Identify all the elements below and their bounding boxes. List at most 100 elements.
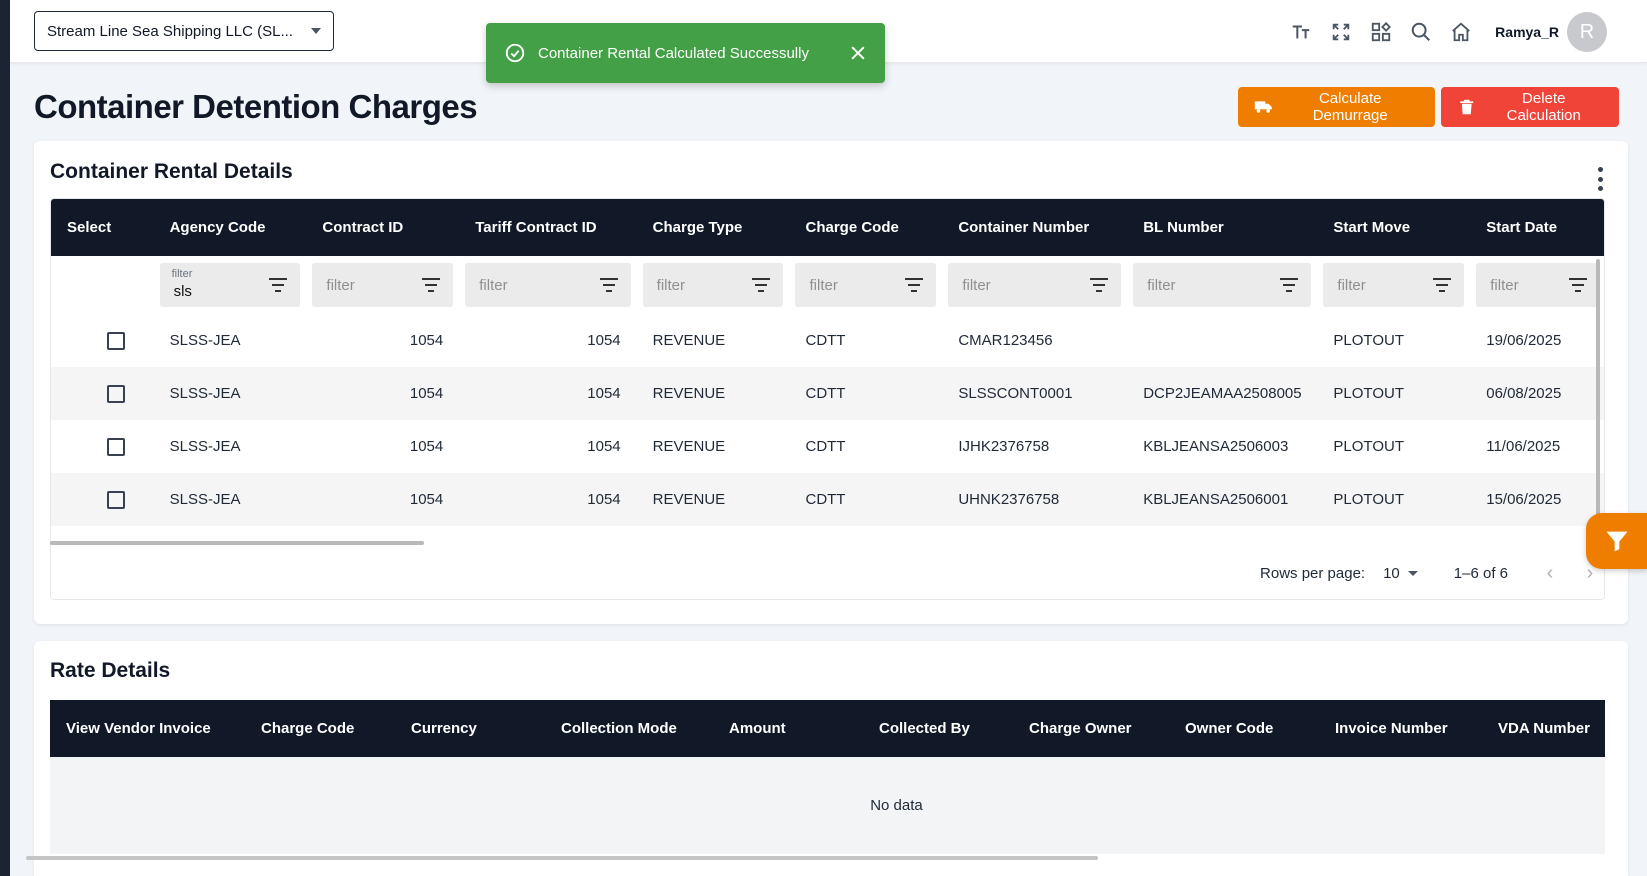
col-header-vda-number[interactable]: VDA Number (1482, 700, 1605, 757)
charge-type-filter[interactable]: filter (642, 263, 784, 307)
col-header-tariff-contract-id[interactable]: Tariff Contract ID (459, 199, 637, 256)
filter-placeholder: filter (326, 276, 355, 294)
col-header-select[interactable]: Select (51, 199, 154, 256)
col-header-charge-code[interactable]: Charge Code (789, 199, 943, 256)
more-options-icon[interactable] (1590, 167, 1610, 191)
row-checkbox[interactable] (107, 331, 125, 350)
col-header-amount[interactable]: Amount (713, 700, 863, 757)
cell-agency-code: SLSS-JEA (153, 367, 307, 420)
user-name[interactable]: Ramya_R (1495, 24, 1559, 40)
cell-tariff-contract-id: 1054 (459, 314, 637, 367)
cell-agency-code: SLSS-JEA (153, 314, 307, 367)
filter-lines-icon (1090, 278, 1109, 292)
cell-container-number: CMAR123456 (942, 314, 1128, 367)
trash-icon (1460, 99, 1474, 115)
col-header-view-vendor-invoice[interactable]: View Vendor Invoice (50, 700, 245, 757)
col-header-start-date[interactable]: Start Date (1470, 199, 1604, 256)
text-size-icon[interactable] (1281, 12, 1321, 52)
col-header-start-move[interactable]: Start Move (1317, 199, 1471, 256)
search-icon[interactable] (1401, 12, 1441, 52)
col-header-agency-code[interactable]: Agency Code (153, 199, 307, 256)
contract-id-filter[interactable]: filter (312, 263, 454, 307)
cell-contract-id: 1054 (306, 420, 460, 473)
cell-contract-id: 1054 (306, 314, 460, 367)
rows-per-page-value: 10 (1383, 565, 1400, 582)
filter-lines-icon (905, 278, 924, 292)
bl-number-filter[interactable]: filter (1133, 263, 1312, 307)
col-header-container-number[interactable]: Container Number (942, 199, 1128, 256)
rental-table: Select Agency Code Contract ID Tariff Co… (51, 199, 1604, 526)
filter-placeholder: filter (1337, 276, 1366, 294)
filter-placeholder: filter (809, 276, 838, 294)
col-header-charge-type[interactable]: Charge Type (636, 199, 790, 256)
cell-bl-number: DCP2JEAMAA2508005 (1127, 367, 1318, 420)
row-checkbox[interactable] (107, 437, 125, 456)
col-header-collection-mode[interactable]: Collection Mode (545, 700, 713, 757)
col-header-bl-number[interactable]: BL Number (1127, 199, 1318, 256)
cell-bl-number: KBLJEANSA2506003 (1127, 420, 1318, 473)
filter-fab-button[interactable] (1586, 513, 1647, 569)
charge-code-filter[interactable]: filter (795, 263, 937, 307)
col-header-contract-id[interactable]: Contract ID (306, 199, 460, 256)
cell-charge-type: REVENUE (636, 473, 790, 526)
row-checkbox[interactable] (107, 490, 125, 509)
filter-lines-icon (1433, 278, 1452, 292)
table-row[interactable]: SLSS-JEA 1054 1054 REVENUE CDTT IJHK2376… (51, 420, 1604, 473)
prev-page-icon[interactable]: ‹ (1530, 559, 1570, 589)
toast-message: Container Rental Calculated Successully (538, 44, 809, 62)
page-title: Container Detention Charges (34, 88, 478, 125)
cell-start-move: PLOTOUT (1317, 314, 1471, 367)
filter-lines-icon (752, 278, 771, 292)
avatar[interactable]: R (1567, 12, 1607, 52)
rate-details-card: Rate Details View Vendor Invoice Charge … (34, 641, 1628, 876)
cell-agency-code: SLSS-JEA (153, 473, 307, 526)
calculate-demurrage-button[interactable]: Calculate Demurrage (1238, 87, 1435, 127)
row-checkbox[interactable] (107, 384, 125, 403)
cell-tariff-contract-id: 1054 (459, 420, 637, 473)
company-select[interactable]: Stream Line Sea Shipping LLC (SL... (34, 11, 334, 51)
cell-start-move: PLOTOUT (1317, 473, 1471, 526)
col-header-currency[interactable]: Currency (395, 700, 545, 757)
filter-placeholder: filter (656, 276, 685, 294)
cell-tariff-contract-id: 1054 (459, 473, 637, 526)
empty-state: No data (50, 757, 1605, 854)
company-select-value: Stream Line Sea Shipping LLC (SL... (47, 22, 293, 40)
tariff-contract-id-filter[interactable]: filter (465, 263, 631, 307)
cell-container-number: SLSSCONT0001 (942, 367, 1128, 420)
table-row[interactable]: SLSS-JEA 1054 1054 REVENUE CDTT UHNK2376… (51, 473, 1604, 526)
start-date-filter[interactable]: filter (1476, 263, 1600, 307)
cell-contract-id: 1054 (306, 367, 460, 420)
close-icon[interactable] (847, 42, 869, 64)
pagination: Rows per page: 10 1–6 of 6 ‹ › (1260, 556, 1610, 591)
agency-code-filter[interactable]: filter sls (159, 263, 301, 307)
container-rental-card: Container Rental Details Select Agency C… (34, 141, 1628, 624)
table-row[interactable]: SLSS-JEA 1054 1054 REVENUE CDTT SLSSCONT… (51, 367, 1604, 420)
filter-lines-icon (599, 278, 618, 292)
filter-cell-empty (51, 256, 154, 314)
home-icon[interactable] (1441, 12, 1481, 52)
cell-contract-id: 1054 (306, 473, 460, 526)
filter-lines-icon (422, 278, 441, 292)
page-range: 1–6 of 6 (1453, 565, 1508, 582)
delete-calculation-button[interactable]: Delete Calculation (1441, 87, 1619, 127)
cell-charge-type: REVENUE (636, 367, 790, 420)
col-header-invoice-number[interactable]: Invoice Number (1319, 700, 1482, 757)
horizontal-scrollbar[interactable] (50, 541, 424, 545)
cell-charge-type: REVENUE (636, 314, 790, 367)
rate-details-title: Rate Details (50, 659, 171, 682)
table-row[interactable]: SLSS-JEA 1054 1054 REVENUE CDTT CMAR1234… (51, 314, 1604, 367)
rows-per-page-select[interactable]: 10 (1383, 565, 1418, 582)
col-header-charge-code[interactable]: Charge Code (245, 700, 395, 757)
apps-icon[interactable] (1361, 12, 1401, 52)
col-header-owner-code[interactable]: Owner Code (1169, 700, 1319, 757)
start-move-filter[interactable]: filter (1323, 263, 1465, 307)
no-data-text: No data (870, 797, 923, 814)
cell-start-move: PLOTOUT (1317, 367, 1471, 420)
fullscreen-icon[interactable] (1321, 12, 1361, 52)
vertical-scrollbar[interactable] (1596, 259, 1600, 519)
rate-horizontal-scrollbar[interactable] (26, 856, 1098, 860)
col-header-charge-owner[interactable]: Charge Owner (1013, 700, 1169, 757)
col-header-collected-by[interactable]: Collected By (863, 700, 1013, 757)
container-number-filter[interactable]: filter (948, 263, 1122, 307)
cell-container-number: UHNK2376758 (942, 473, 1128, 526)
